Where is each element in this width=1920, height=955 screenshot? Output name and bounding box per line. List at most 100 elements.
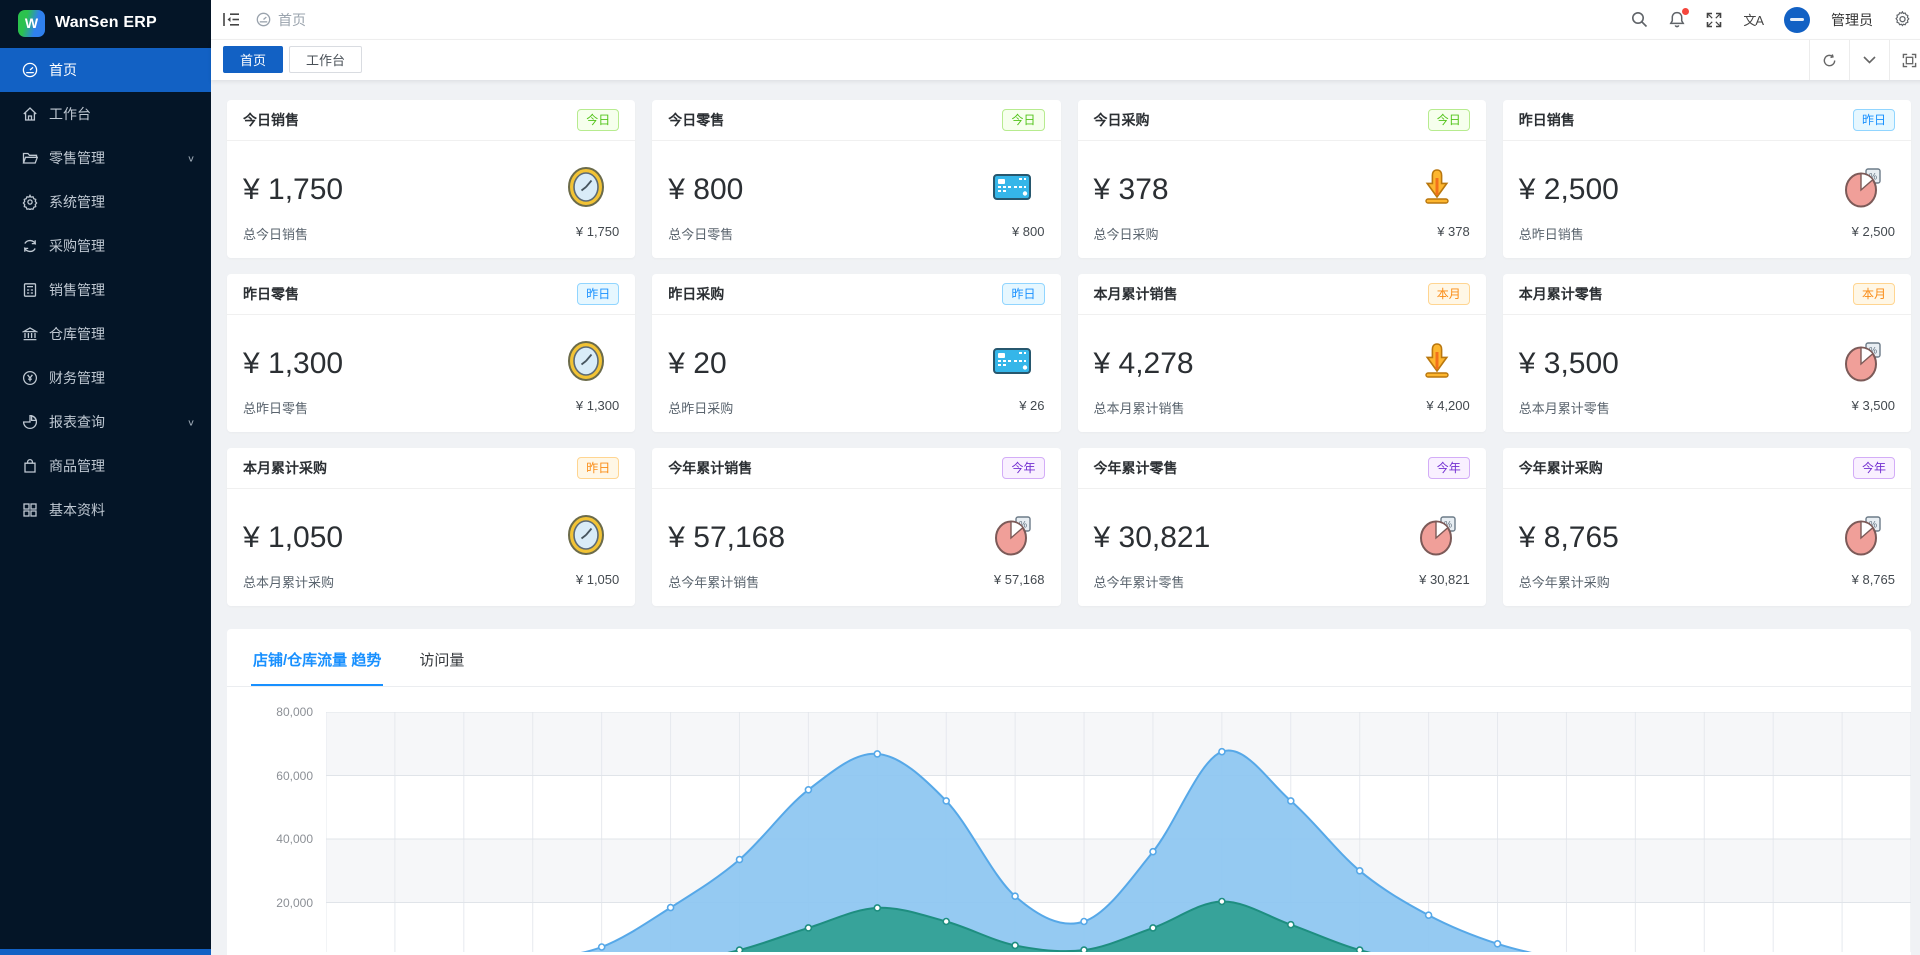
card-title: 今年累计销售: [668, 458, 752, 478]
card-footer: 总今日零售 ¥ 800: [652, 224, 1060, 258]
main-area: 首页 文A 管理员: [211, 0, 1920, 955]
card-value: ¥ 1,750: [243, 173, 343, 207]
card-value: ¥ 1,300: [243, 347, 343, 381]
stat-card-11: 今年累计采购 今年 ¥ 8,765 % 总今年累计采购 ¥ 8,765: [1503, 448, 1911, 606]
card-footer-label: 总本月累计销售: [1094, 398, 1185, 417]
card-footer-label: 总昨日采购: [668, 398, 733, 417]
chart-tab-1[interactable]: 访问量: [417, 629, 466, 686]
stat-card-10: 今年累计零售 今年 ¥ 30,821 % 总今年累计零售 ¥ 30,821: [1078, 448, 1486, 606]
card-period-badge: 今日: [577, 109, 619, 131]
card-footer-value: ¥ 1,300: [576, 398, 619, 417]
sidebar-item-1[interactable]: 工作台: [0, 92, 211, 136]
expand-icon[interactable]: [1889, 40, 1920, 80]
area-chart-canvas[interactable]: [326, 712, 1911, 955]
stat-card-8: 本月累计采购 昨日 ¥ 1,050 总本月累计采购 ¥ 1,050: [227, 448, 635, 606]
card-body: ¥ 2,500 %: [1503, 141, 1911, 224]
y-axis-tick: 60,000: [276, 769, 313, 783]
card-footer: 总今日采购 ¥ 378: [1078, 224, 1486, 258]
sidebar-item-4[interactable]: 采购管理: [0, 224, 211, 268]
card-footer-value: ¥ 26: [1019, 398, 1044, 417]
card-title: 今年累计零售: [1094, 458, 1178, 478]
logo: W WanSen ERP: [0, 0, 211, 46]
card-value: ¥ 1,050: [243, 521, 343, 555]
piechart-icon: %: [1839, 164, 1885, 215]
traffic-chart-card: 店铺/仓库流量 趋势访问量 80,00060,00040,00020,000: [227, 629, 1911, 955]
page-tab-0[interactable]: 首页: [223, 46, 283, 73]
piechart-icon: %: [1839, 512, 1885, 563]
card-title: 本月累计销售: [1094, 284, 1178, 304]
card-header: 今日销售 今日: [227, 100, 635, 141]
card-footer-value: ¥ 1,750: [576, 224, 619, 243]
sidebar-item-2[interactable]: 零售管理 ∨: [0, 136, 211, 180]
card-period-badge: 今年: [1428, 457, 1470, 479]
logo-icon: W: [18, 10, 45, 37]
chevron-down-icon: ∨: [187, 153, 195, 163]
page-tab-1[interactable]: 工作台: [289, 46, 362, 73]
chart-tabs: 店铺/仓库流量 趋势访问量: [227, 629, 1911, 687]
chart-tab-0[interactable]: 店铺/仓库流量 趋势: [251, 629, 383, 686]
card-title: 昨日采购: [668, 284, 724, 304]
card-footer: 总昨日销售 ¥ 2,500: [1503, 224, 1911, 258]
card-footer: 总昨日采购 ¥ 26: [652, 398, 1060, 432]
download-icon: [1414, 164, 1460, 215]
sidebar-item-7[interactable]: 财务管理: [0, 356, 211, 400]
bankcard-icon: [989, 338, 1035, 389]
chevron-down-icon[interactable]: [1849, 40, 1889, 80]
sidebar-item-9[interactable]: 商品管理: [0, 444, 211, 488]
sidebar-item-label: 系统管理: [49, 192, 195, 212]
y-axis-tick: 20,000: [276, 896, 313, 910]
piechart-icon: %: [989, 512, 1035, 563]
sidebar-item-label: 财务管理: [49, 368, 195, 388]
clock-icon: [563, 164, 609, 215]
sidebar-item-label: 商品管理: [49, 456, 195, 476]
sidebar-item-5[interactable]: 销售管理: [0, 268, 211, 312]
card-footer: 总今年累计采购 ¥ 8,765: [1503, 572, 1911, 606]
refresh-icon[interactable]: [1809, 40, 1849, 80]
card-footer: 总今年累计零售 ¥ 30,821: [1078, 572, 1486, 606]
fullscreen-icon[interactable]: [1706, 12, 1722, 28]
card-value: ¥ 30,821: [1094, 521, 1211, 555]
card-footer-value: ¥ 4,200: [1426, 398, 1469, 417]
sidebar-item-0[interactable]: 首页: [0, 48, 211, 92]
notification-badge-dot: [1682, 8, 1689, 15]
card-title: 今年累计采购: [1519, 458, 1603, 478]
app-root: W WanSen ERP 首页工作台零售管理∨系统管理采购管理销售管理仓库管理财…: [0, 0, 1920, 955]
avatar[interactable]: [1784, 7, 1810, 33]
card-value: ¥ 378: [1094, 173, 1169, 207]
sidebar-item-8[interactable]: 报表查询∨: [0, 400, 211, 444]
sidebar-item-label: 销售管理: [49, 280, 195, 300]
sidebar: W WanSen ERP 首页工作台零售管理 ∨ 系统管理采购管理销售管理仓库管理财…: [0, 0, 211, 955]
sidebar-item-label: 零售管理: [49, 148, 176, 168]
translate-icon[interactable]: 文A: [1743, 10, 1763, 29]
card-footer-label: 总本月累计采购: [243, 572, 334, 591]
y-axis-tick: 80,000: [276, 705, 313, 719]
card-title: 本月累计零售: [1519, 284, 1603, 304]
card-period-badge: 昨日: [1853, 109, 1895, 131]
breadcrumb[interactable]: 首页: [256, 10, 306, 30]
traffic-area-chart: 80,00060,00040,00020,000: [326, 712, 1911, 952]
sidebar-item-10[interactable]: 基本资料: [0, 488, 211, 532]
gear-icon[interactable]: [1894, 11, 1911, 28]
sidebar-item-3[interactable]: 系统管理: [0, 180, 211, 224]
card-period-badge: 昨日: [577, 457, 619, 479]
card-footer-value: ¥ 57,168: [994, 572, 1045, 591]
card-value: ¥ 3,500: [1519, 347, 1619, 381]
card-footer-label: 总昨日零售: [243, 398, 308, 417]
card-period-badge: 本月: [1428, 283, 1470, 305]
user-name[interactable]: 管理员: [1831, 10, 1873, 30]
notifications-bell-icon[interactable]: [1669, 11, 1685, 28]
app-title: WanSen ERP: [55, 14, 157, 32]
card-body: ¥ 57,168 %: [652, 489, 1060, 572]
sidebar-item-6[interactable]: 仓库管理: [0, 312, 211, 356]
stat-card-3: 昨日销售 昨日 ¥ 2,500 % 总昨日销售 ¥ 2,500: [1503, 100, 1911, 258]
card-period-badge: 今年: [1002, 457, 1044, 479]
stat-card-7: 本月累计零售 本月 ¥ 3,500 % 总本月累计零售 ¥ 3,500: [1503, 274, 1911, 432]
card-title: 今日采购: [1094, 110, 1150, 130]
collapse-menu-icon[interactable]: [223, 12, 240, 27]
stat-card-5: 昨日采购 昨日 ¥ 20 总昨日采购 ¥ 26: [652, 274, 1060, 432]
search-icon[interactable]: [1631, 11, 1648, 28]
sidebar-collapse-bar[interactable]: [0, 949, 211, 955]
card-header: 今日零售 今日: [652, 100, 1060, 141]
card-footer: 总昨日零售 ¥ 1,300: [227, 398, 635, 432]
card-value: ¥ 57,168: [668, 521, 785, 555]
